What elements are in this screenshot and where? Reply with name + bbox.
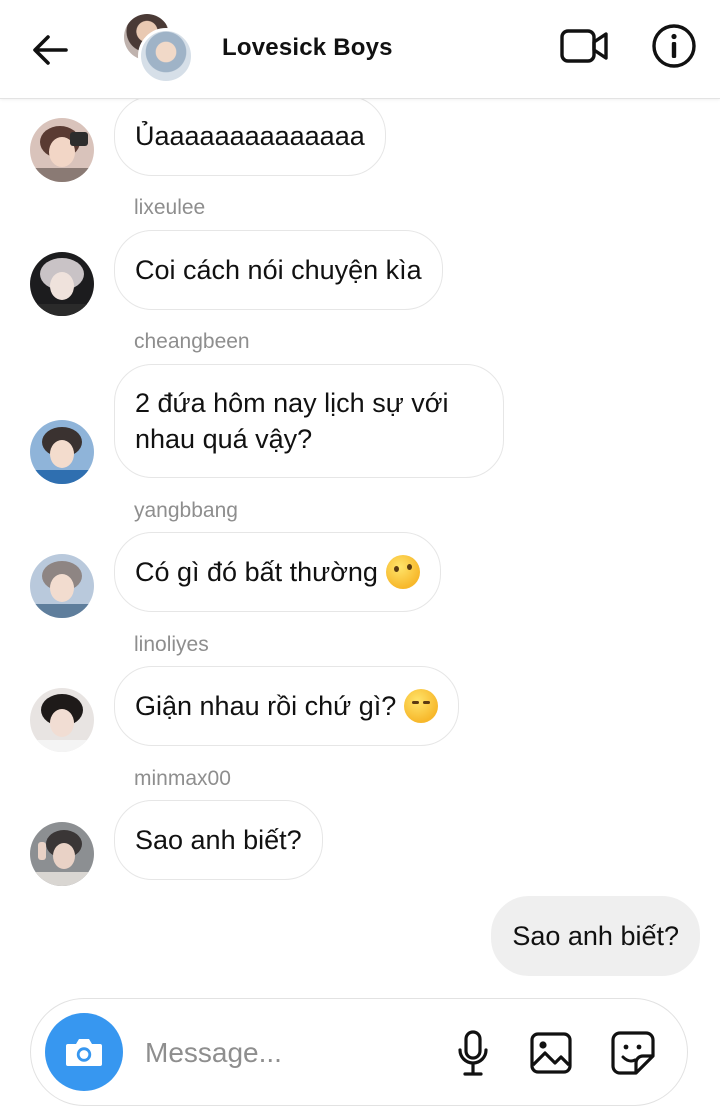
message-text: 2 đứa hôm nay lịch sự với nhau quá vậy? [135,388,449,454]
gallery-button[interactable] [525,1025,577,1081]
info-icon [652,24,696,68]
message-text: Giận nhau rồi chứ gì? [135,691,397,721]
arrow-left-icon [33,35,68,65]
sticker-icon [611,1031,655,1075]
info-button[interactable] [648,22,700,70]
avatar-photo [30,822,94,886]
sender-avatar[interactable] [30,252,94,316]
avatar-photo [30,420,94,484]
sender-name[interactable]: lixeulee [134,196,205,220]
microphone-icon [458,1030,488,1076]
message-bubble[interactable]: Sao anh biết? [114,800,323,880]
message-bubble[interactable]: Coi cách nói chuyện kìa [114,230,443,310]
message-text: Sao anh biết? [135,825,302,855]
voice-message-button[interactable] [447,1025,499,1081]
group-avatar-member-2 [138,28,194,84]
group-avatar[interactable] [124,14,194,84]
own-message-text: Sao anh biết? [512,921,679,951]
message-bubble[interactable]: 2 đứa hôm nay lịch sự với nhau quá vậy? [114,364,504,478]
sender-name[interactable]: cheangbeen [134,330,250,354]
sender-avatar[interactable] [30,822,94,886]
avatar-photo [30,554,94,618]
relieved-face-icon [404,689,439,723]
message-text: Coi cách nói chuyện kìa [135,255,422,285]
sender-avatar[interactable] [30,118,94,182]
back-button[interactable] [26,28,74,72]
avatar-photo [30,118,94,182]
message-text: Ủaaaaaaaaaaaaaa [135,121,365,151]
video-call-button[interactable] [556,22,612,70]
message-bubble[interactable]: Ủaaaaaaaaaaaaaa [114,96,386,176]
sender-avatar[interactable] [30,688,94,752]
avatar-photo [30,252,94,316]
message-bubble[interactable]: Giận nhau rồi chứ gì? [114,666,460,746]
avatar-photo [30,688,94,752]
sender-avatar[interactable] [30,420,94,484]
sender-avatar[interactable] [30,554,94,618]
own-message-bubble[interactable]: Sao anh biết? [491,896,700,976]
video-camera-icon [560,29,608,63]
message-composer [30,998,688,1106]
sticker-button[interactable] [607,1025,659,1081]
camera-icon [66,1039,102,1066]
chat-title[interactable]: Lovesick Boys [222,34,393,62]
image-icon [530,1032,572,1074]
sender-name[interactable]: linoliyes [134,633,209,657]
sender-name[interactable]: yangbbang [134,499,238,523]
sender-name[interactable]: minmax00 [134,767,231,791]
camera-button[interactable] [45,1013,123,1091]
chat-header: Lovesick Boys [0,0,720,99]
message-input[interactable] [143,1029,437,1077]
message-bubble[interactable]: Có gì đó bất thường [114,532,441,612]
message-text: Có gì đó bất thường [135,557,378,587]
thinking-face-icon [385,555,420,589]
